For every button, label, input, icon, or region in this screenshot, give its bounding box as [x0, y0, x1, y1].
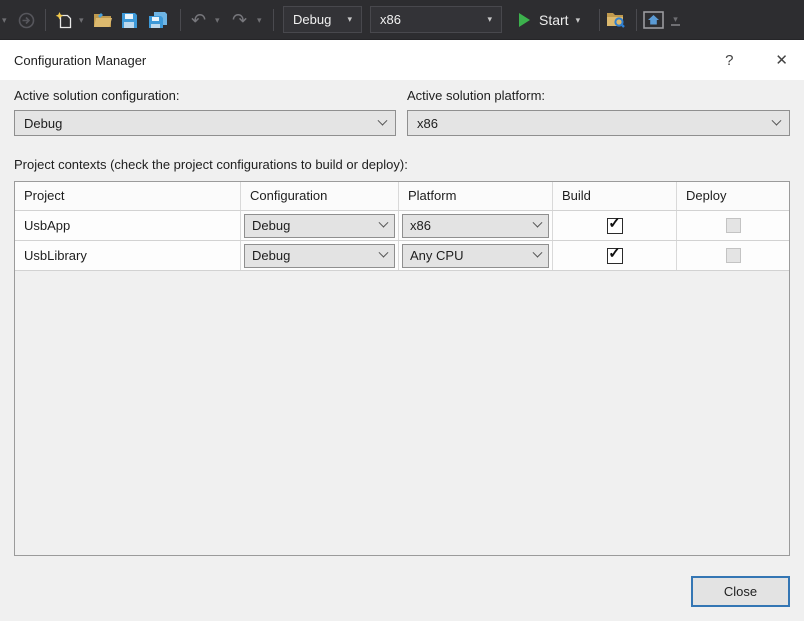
toolbar-separator [180, 9, 181, 31]
dialog-titlebar: Configuration Manager ? ✕ [0, 40, 804, 80]
close-button[interactable]: Close [691, 576, 790, 607]
chevron-down-icon [379, 248, 389, 258]
dialog-content: Active solution configuration: Active so… [0, 80, 804, 621]
new-project-caret-icon[interactable]: ▾ [79, 0, 84, 40]
toolbar-separator [45, 9, 46, 31]
chevron-down-icon: ▾ [487, 14, 492, 25]
solution-platform-dropdown[interactable]: x86 ▾ [370, 6, 502, 33]
vs-toolbar: ▾ ▾ [0, 0, 804, 40]
vs-window: ▾ ▾ [0, 0, 804, 621]
solution-platform-value: x86 [380, 12, 401, 27]
redo-caret-icon[interactable]: ▾ [257, 0, 262, 40]
active-platform-dropdown[interactable]: x86 [407, 110, 790, 136]
deploy-checkbox-disabled [726, 248, 741, 263]
dialog-title: Configuration Manager [14, 53, 146, 68]
save-icon[interactable] [121, 0, 138, 40]
deploy-checkbox-disabled [726, 218, 741, 233]
build-cell: ✓ [553, 211, 677, 240]
folder-search-icon[interactable] [606, 0, 626, 40]
column-header-platform[interactable]: Platform [399, 182, 553, 210]
column-header-project[interactable]: Project [15, 182, 241, 210]
project-contexts-label: Project contexts (check the project conf… [14, 157, 790, 172]
chevron-down-icon [533, 218, 543, 228]
build-cell: ✓ [553, 241, 677, 270]
toolbar-separator [273, 9, 274, 31]
toolbar-separator [636, 9, 637, 31]
table-row: UsbLibrary Debug Any CPU ✓ [15, 241, 789, 271]
table-row: UsbApp Debug x86 ✓ [15, 211, 789, 241]
platform-cell: x86 [399, 211, 553, 240]
deploy-cell [677, 241, 789, 270]
solution-configuration-dropdown[interactable]: Debug ▾ [283, 6, 362, 33]
undo-icon[interactable]: ↶ [191, 0, 206, 40]
active-configuration-value: Debug [24, 116, 62, 131]
toolbar-separator [599, 9, 600, 31]
row-platform-dropdown[interactable]: Any CPU [402, 244, 549, 268]
open-folder-icon[interactable] [93, 0, 113, 40]
chevron-down-icon [379, 218, 389, 228]
configuration-cell: Debug [241, 241, 399, 270]
project-contexts-table: Project Configuration Platform Build Dep… [14, 181, 790, 556]
table-empty-area [15, 271, 789, 555]
play-icon [519, 13, 530, 27]
framed-home-icon[interactable] [643, 0, 664, 40]
checkmark-icon: ✓ [608, 248, 621, 260]
active-configuration-label: Active solution configuration: [14, 88, 396, 104]
checkmark-icon: ✓ [608, 218, 621, 230]
project-name-cell[interactable]: UsbApp [15, 211, 241, 240]
toolbar-overflow-icon[interactable]: ▾ [671, 0, 680, 40]
deploy-cell [677, 211, 789, 240]
active-platform-label: Active solution platform: [407, 88, 790, 104]
save-all-icon[interactable] [148, 0, 168, 40]
row-configuration-dropdown[interactable]: Debug [244, 214, 395, 238]
row-configuration-dropdown[interactable]: Debug [244, 244, 395, 268]
build-checkbox[interactable]: ✓ [607, 218, 623, 234]
chevron-down-icon [378, 115, 388, 125]
chevron-down-icon: ▾ [347, 14, 352, 25]
table-header-row: Project Configuration Platform Build Dep… [15, 182, 789, 211]
active-platform-value: x86 [417, 116, 438, 131]
project-name-cell[interactable]: UsbLibrary [15, 241, 241, 270]
nav-forward-icon[interactable] [18, 0, 35, 40]
close-window-button[interactable]: ✕ [775, 51, 788, 69]
solution-configuration-value: Debug [293, 12, 331, 27]
row-platform-dropdown[interactable]: x86 [402, 214, 549, 238]
chevron-down-icon [772, 115, 782, 125]
column-header-build[interactable]: Build [553, 182, 677, 210]
platform-cell: Any CPU [399, 241, 553, 270]
active-configuration-dropdown[interactable]: Debug [14, 110, 396, 136]
new-project-icon[interactable] [55, 0, 73, 40]
configuration-cell: Debug [241, 211, 399, 240]
start-caret-icon[interactable]: ▾ [576, 0, 581, 40]
build-checkbox[interactable]: ✓ [607, 248, 623, 264]
start-label: Start [539, 12, 569, 28]
undo-caret-icon[interactable]: ▾ [215, 0, 220, 40]
chevron-down-icon [533, 248, 543, 258]
nav-back-caret-icon[interactable]: ▾ [2, 0, 7, 40]
help-button[interactable]: ? [725, 52, 733, 69]
column-header-deploy[interactable]: Deploy [677, 182, 789, 210]
column-header-configuration[interactable]: Configuration [241, 182, 399, 210]
start-debug-button[interactable]: Start ▾ [519, 0, 580, 40]
redo-icon[interactable]: ↷ [232, 0, 247, 40]
